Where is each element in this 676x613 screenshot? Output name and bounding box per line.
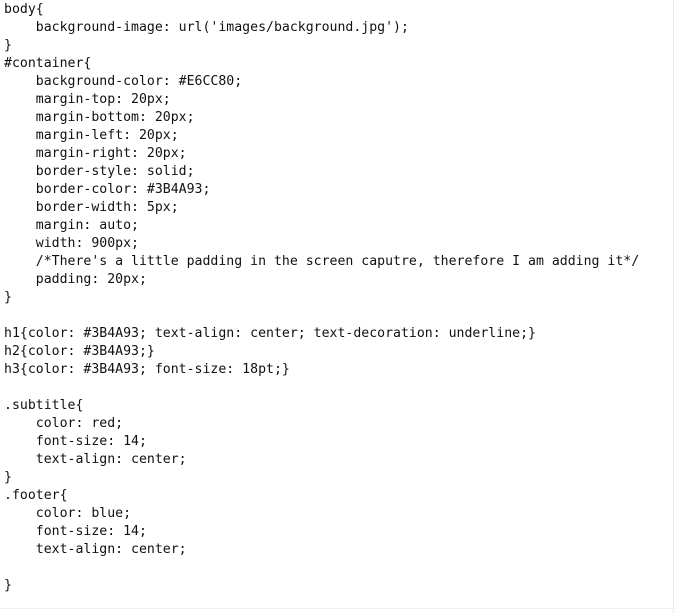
code-line-23: .subtitle{ — [4, 398, 84, 413]
code-line-17: } — [4, 290, 12, 305]
code-line-8: margin-left: 20px; — [4, 128, 179, 143]
code-line-5: background-color: #E6CC80; — [4, 74, 243, 89]
code-line-26: text-align: center; — [4, 452, 187, 467]
code-line-9: margin-right: 20px; — [4, 146, 187, 161]
code-line-15: /*There's a little padding in the screen… — [4, 254, 640, 269]
code-line-6: margin-top: 20px; — [4, 92, 171, 107]
code-line-1: body{ — [4, 2, 44, 17]
code-line-3: } — [4, 38, 12, 53]
code-line-31: text-align: center; — [4, 542, 187, 557]
code-line-13: margin: auto; — [4, 218, 139, 233]
code-line-20: h2{color: #3B4A93;} — [4, 344, 155, 359]
code-line-33: } — [4, 578, 12, 593]
code-line-14: width: 900px; — [4, 236, 139, 251]
code-line-4: #container{ — [4, 56, 92, 71]
code-line-7: margin-bottom: 20px; — [4, 110, 195, 125]
frame-edge-bottom — [0, 608, 676, 609]
css-code-listing: body{ background-image: url('images/back… — [4, 1, 672, 607]
code-line-29: color: blue; — [4, 506, 132, 521]
code-line-24: color: red; — [4, 416, 124, 431]
code-line-16: padding: 20px; — [4, 272, 147, 287]
code-line-12: border-width: 5px; — [4, 200, 179, 215]
code-line-21: h3{color: #3B4A93; font-size: 18pt;} — [4, 362, 290, 377]
code-line-28: .footer{ — [4, 488, 68, 503]
code-line-30: font-size: 14; — [4, 524, 147, 539]
code-line-10: border-style: solid; — [4, 164, 195, 179]
code-line-25: font-size: 14; — [4, 434, 147, 449]
code-line-11: border-color: #3B4A93; — [4, 182, 211, 197]
code-line-2: background-image: url('images/background… — [4, 20, 409, 35]
code-line-27: } — [4, 470, 12, 485]
frame-edge-right — [673, 0, 674, 613]
code-line-19: h1{color: #3B4A93; text-align: center; t… — [4, 326, 536, 341]
